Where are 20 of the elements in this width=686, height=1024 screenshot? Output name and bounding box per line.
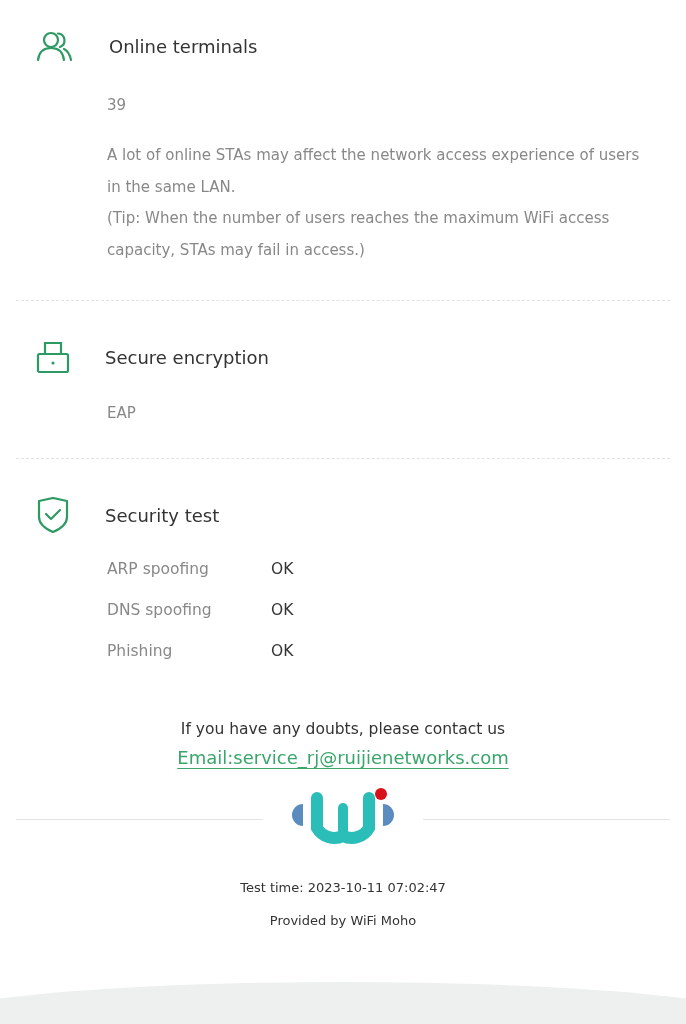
check-name: Phishing bbox=[107, 642, 174, 660]
email-link[interactable]: Email:service_rj@ruijienetworks.com bbox=[177, 747, 509, 768]
shield-check-icon bbox=[36, 497, 70, 533]
check-result: OK bbox=[271, 601, 294, 619]
section-title: Security test bbox=[105, 504, 220, 526]
provider-text: Provided by WiFi Moho bbox=[269, 913, 417, 928]
section-value: 39 bbox=[107, 95, 128, 116]
section-title: Online terminals bbox=[109, 35, 258, 57]
check-result: OK bbox=[271, 560, 294, 578]
users-icon bbox=[36, 30, 74, 62]
check-name: DNS spoofing bbox=[107, 601, 213, 619]
test-time: Test time: 2023-10-11 07:02:47 bbox=[240, 880, 446, 895]
note-text: A lot of online STAs may affect the network access experience of users in the same LAN. bbox=[107, 145, 641, 198]
contact-prompt: If you have any doubts, please contact us bbox=[180, 720, 506, 738]
section-value: EAP bbox=[107, 403, 137, 424]
check-name: ARP spoofing bbox=[107, 560, 210, 578]
check-result: OK bbox=[271, 642, 294, 660]
note-text: (Tip: When the number of users reaches the maximum WiFi access capacity, STAs may fail in access.) bbox=[107, 208, 611, 261]
lock-icon bbox=[36, 341, 70, 373]
section-title: Secure encryption bbox=[105, 346, 269, 368]
